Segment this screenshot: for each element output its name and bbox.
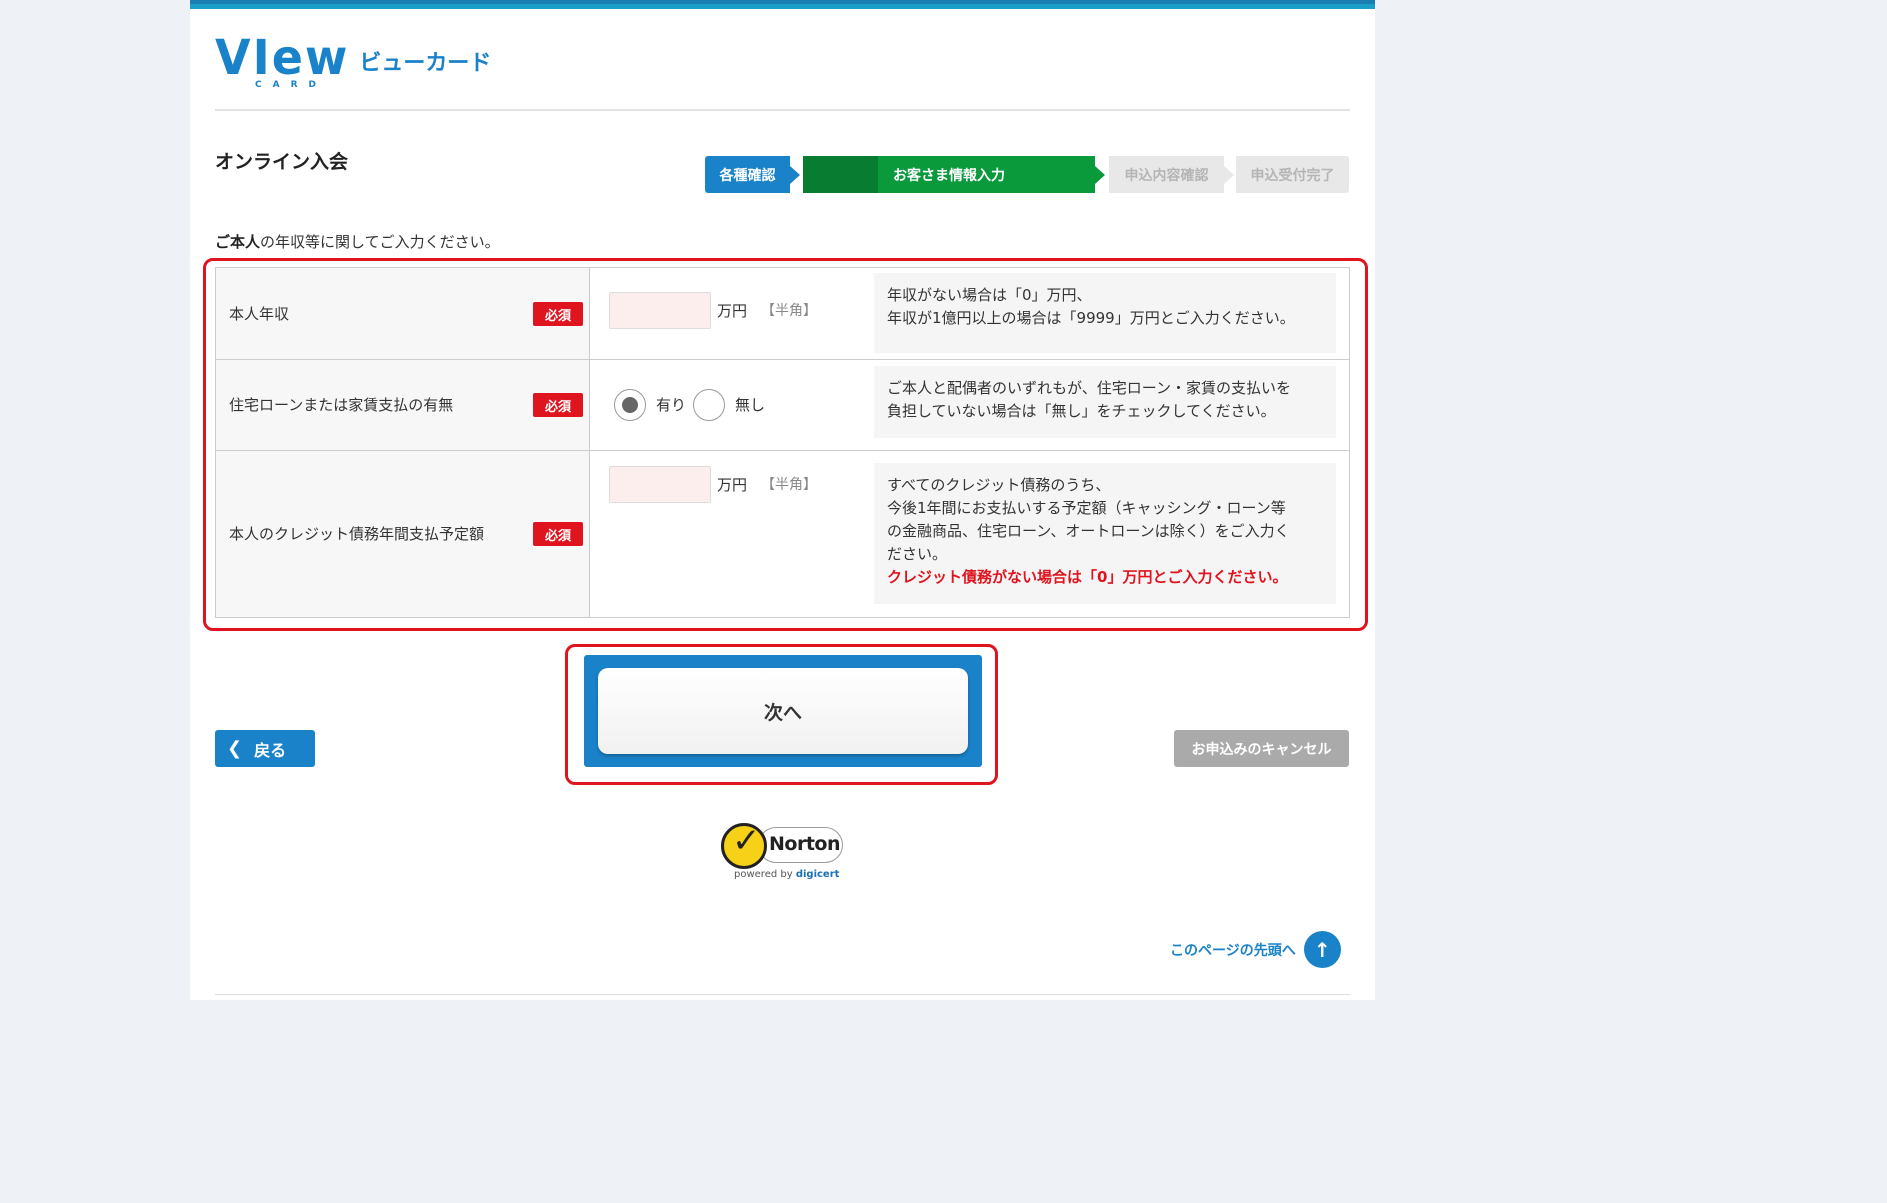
unit-label: 万円 bbox=[717, 476, 748, 494]
step-confirmations: 各種確認 bbox=[705, 156, 800, 193]
housing-no-radio[interactable] bbox=[693, 389, 725, 421]
row-annual-income: 本人年収 必須 万円 【半角】 年収がない場合は「0」万円、 年収が1億円以上の… bbox=[216, 268, 1349, 360]
page-title: オンライン入会 bbox=[215, 151, 349, 173]
instruction-rest: の年収等に関してご入力ください。 bbox=[260, 233, 500, 251]
required-badge: 必須 bbox=[533, 302, 583, 326]
header-divider bbox=[215, 109, 1350, 111]
row-credit-debt: 本人のクレジット債務年間支払予定額 必須 万円 【半角】 すべてのクレジット債務… bbox=[216, 451, 1349, 617]
checkmark-icon: ✓ bbox=[732, 821, 761, 861]
credit-debt-input[interactable] bbox=[609, 466, 711, 503]
step-review: 申込内容確認 bbox=[1109, 156, 1234, 193]
arrow-up-icon: ↑ bbox=[1303, 931, 1341, 968]
footer-divider bbox=[215, 994, 1350, 995]
income-note: 年収がない場合は「0」万円、 年収が1億円以上の場合は「9999」万円とご入力く… bbox=[874, 273, 1336, 353]
next-button[interactable]: 次へ bbox=[598, 668, 968, 754]
annual-income-input[interactable] bbox=[609, 292, 711, 329]
norton-wordmark: Norton bbox=[769, 833, 841, 855]
page-container: VIew CARD ビューカード オンライン入会 各種確認 お客さま情報入力 申… bbox=[190, 0, 1375, 1000]
note-line: すべてのクレジット債務のうち、 bbox=[887, 476, 1111, 494]
note-line: ださい。 bbox=[887, 545, 948, 563]
housing-yes-radio[interactable] bbox=[614, 389, 646, 421]
step-current-marker bbox=[803, 156, 878, 193]
norton-powered-by: powered by digicert bbox=[734, 869, 839, 880]
half-width-hint: 【半角】 bbox=[761, 477, 817, 493]
step-customer-info: お客さま情報入力 bbox=[803, 156, 1105, 193]
income-form-table: 本人年収 必須 万円 【半角】 年収がない場合は「0」万円、 年収が1億円以上の… bbox=[215, 267, 1350, 618]
row-input-cell: 万円 【半角】 すべてのクレジット債務のうち、 今後1年間にお支払いする予定額（… bbox=[590, 451, 1349, 617]
row-label-cell: 本人のクレジット債務年間支払予定額 必須 bbox=[216, 451, 590, 617]
step-label: お客さま情報入力 bbox=[893, 167, 1005, 184]
field-label: 本人年収 bbox=[229, 305, 290, 323]
step-label: 各種確認 bbox=[719, 167, 776, 184]
next-button-frame: 次へ bbox=[584, 655, 982, 767]
logo-wordmark: VIew bbox=[215, 28, 350, 86]
unit-label: 万円 bbox=[717, 302, 748, 320]
view-card-logo[interactable]: VIew CARD ビューカード bbox=[215, 28, 492, 93]
note-line: 年収が1億円以上の場合は「9999」万円とご入力ください。 bbox=[887, 309, 1295, 327]
logo-subtext: CARD bbox=[255, 80, 327, 90]
powered-by-text: powered by bbox=[734, 869, 793, 880]
note-line: 年収がない場合は「0」万円、 bbox=[887, 286, 1092, 304]
credit-note: すべてのクレジット債務のうち、 今後1年間にお支払いする予定額（キャッシング・ロ… bbox=[874, 463, 1336, 604]
note-warning: クレジット債務がない場合は「0」万円とご入力ください。 bbox=[887, 568, 1288, 586]
required-badge: 必須 bbox=[533, 393, 583, 417]
row-input-cell: 有り 無し ご本人と配偶者のいずれもが、住宅ローン・家賃の支払いを 負担していな… bbox=[590, 360, 1349, 450]
note-line: の金融商品、住宅ローン、オートローンは除く）をご入力く bbox=[887, 522, 1290, 540]
row-housing-payment: 住宅ローンまたは家賃支払の有無 必須 有り 無し ご本人と配偶者のいずれもが、住… bbox=[216, 360, 1349, 451]
row-input-cell: 万円 【半角】 年収がない場合は「0」万円、 年収が1億円以上の場合は「9999… bbox=[590, 268, 1349, 359]
row-label-cell: 本人年収 必須 bbox=[216, 268, 590, 359]
field-label: 本人のクレジット債務年間支払予定額 bbox=[229, 525, 485, 543]
cancel-application-button[interactable]: お申込みのキャンセル bbox=[1174, 730, 1349, 767]
back-button[interactable]: ❮ 戻る bbox=[215, 730, 315, 767]
page-top-label: このページの先頭へ bbox=[1170, 942, 1296, 959]
step-label: 申込受付完了 bbox=[1250, 167, 1335, 184]
chevron-left-icon: ❮ bbox=[227, 738, 243, 759]
step-label: 申込内容確認 bbox=[1124, 167, 1209, 184]
housing-no-label[interactable]: 無し bbox=[735, 394, 765, 415]
back-button-label: 戻る bbox=[254, 740, 287, 760]
page-top-link[interactable]: このページの先頭へ ↑ bbox=[1170, 931, 1341, 968]
half-width-hint: 【半角】 bbox=[761, 303, 817, 319]
instruction-text: ご本人の年収等に関してご入力ください。 bbox=[215, 231, 500, 252]
housing-yes-label[interactable]: 有り bbox=[656, 394, 686, 415]
norton-seal[interactable]: ✓ Norton powered by digicert bbox=[720, 815, 845, 885]
field-label: 住宅ローンまたは家賃支払の有無 bbox=[229, 396, 454, 414]
logo-kana: ビューカード bbox=[359, 51, 492, 76]
row-label-cell: 住宅ローンまたは家賃支払の有無 必須 bbox=[216, 360, 590, 450]
note-line: ご本人と配偶者のいずれもが、住宅ローン・家賃の支払いを bbox=[887, 379, 1291, 397]
required-badge: 必須 bbox=[533, 522, 583, 546]
note-line: 今後1年間にお支払いする予定額（キャッシング・ローン等 bbox=[887, 499, 1286, 517]
digicert-text: digicert bbox=[795, 869, 840, 880]
step-complete: 申込受付完了 bbox=[1236, 156, 1349, 193]
note-line: 負担していない場合は「無し」をチェックしてください。 bbox=[887, 402, 1276, 420]
housing-note: ご本人と配偶者のいずれもが、住宅ローン・家賃の支払いを 負担していない場合は「無… bbox=[874, 366, 1336, 438]
instruction-bold: ご本人 bbox=[215, 233, 261, 251]
